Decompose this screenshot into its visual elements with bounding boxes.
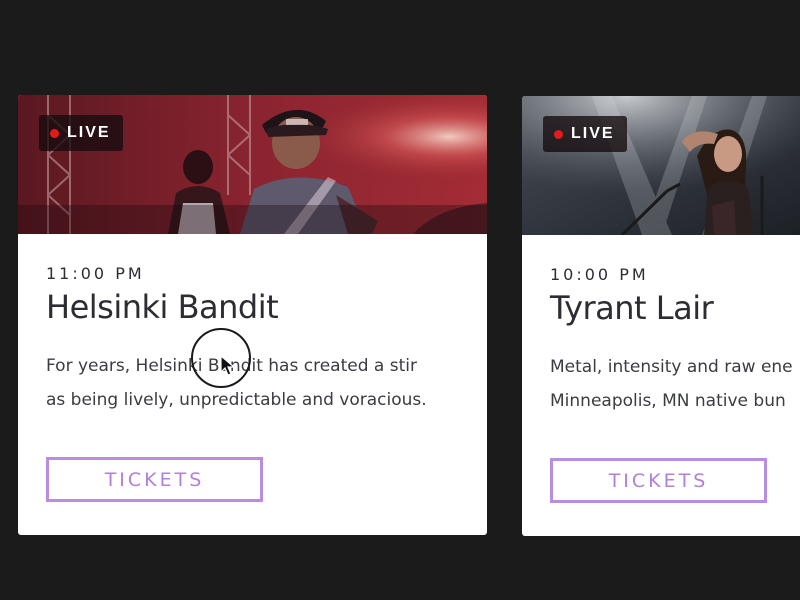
red-dot-icon (50, 128, 59, 138)
event-hero-image: LIVE (522, 96, 800, 235)
event-card-tyrant-lair[interactable]: LIVE 10:00 PM Tyrant Lair Metal, intensi… (522, 96, 800, 536)
live-label: LIVE (67, 124, 111, 141)
event-title: Helsinki Bandit (46, 288, 279, 326)
event-card-helsinki-bandit[interactable]: LIVE 11:00 PM Helsinki Bandit For years,… (18, 95, 487, 535)
event-hero-image: LIVE (18, 95, 487, 234)
event-description: For years, Helsinki Bandit has created a… (46, 349, 466, 417)
tickets-button[interactable]: TICKETS (46, 457, 263, 502)
event-cards-stage: LIVE 11:00 PM Helsinki Bandit For years,… (0, 0, 800, 600)
tickets-button[interactable]: TICKETS (550, 458, 767, 503)
red-dot-icon (554, 129, 563, 139)
live-badge: LIVE (543, 116, 627, 152)
description-line: Metal, intensity and raw ene (550, 357, 793, 377)
event-description: Metal, intensity and raw ene Minneapolis… (550, 350, 800, 418)
event-time: 10:00 PM (550, 265, 649, 284)
description-line: For years, Helsinki Bandit has created a… (46, 356, 417, 376)
description-line: as being lively, unpredictable and vorac… (46, 390, 427, 410)
event-time: 11:00 PM (46, 264, 145, 283)
event-title: Tyrant Lair (550, 289, 714, 327)
live-label: LIVE (571, 125, 615, 142)
live-badge: LIVE (39, 115, 123, 151)
description-line: Minneapolis, MN native bun (550, 391, 786, 411)
